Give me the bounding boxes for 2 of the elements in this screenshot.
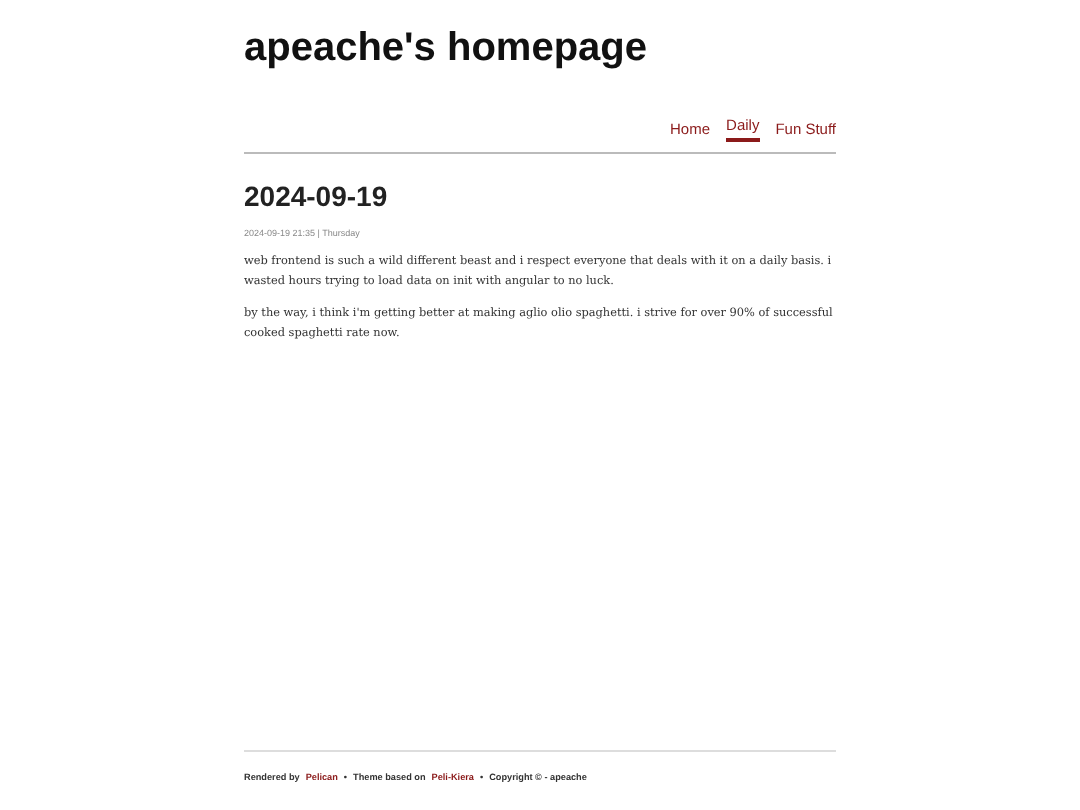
site-title: apeache's homepage xyxy=(244,24,650,72)
post-title: 2024-09-19 xyxy=(244,178,390,214)
